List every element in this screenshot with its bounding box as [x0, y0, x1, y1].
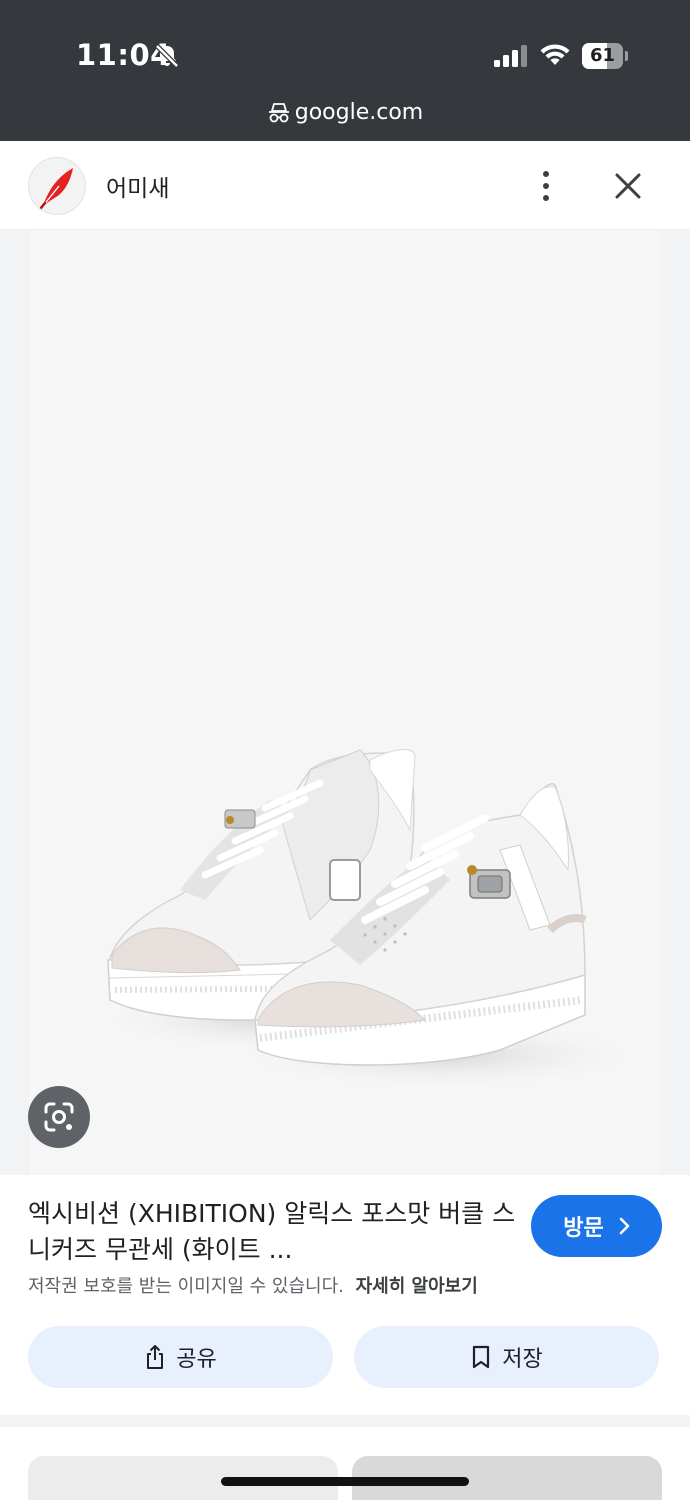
- share-label: 공유: [176, 1347, 217, 1372]
- save-button[interactable]: 저장: [354, 1326, 659, 1388]
- more-options-button[interactable]: [528, 163, 564, 209]
- close-icon[interactable]: [610, 168, 646, 204]
- section-divider: [0, 1415, 690, 1427]
- chevron-right-icon: [619, 1217, 630, 1235]
- share-button[interactable]: 공유: [28, 1326, 333, 1388]
- sneakers-image: [90, 749, 650, 1090]
- bookmark-icon: [473, 1345, 490, 1369]
- site-name[interactable]: 어미새: [106, 169, 169, 203]
- feather-logo-icon: [39, 168, 73, 210]
- google-lens-icon: [44, 1102, 74, 1132]
- copyright-text: 저작권 보호를 받는 이미지일 수 있습니다.: [28, 1276, 344, 1297]
- result-title[interactable]: 엑시비션 (XHIBITION) 알릭스 포스맛 버클 스니커즈 무관세 (화이…: [28, 1196, 518, 1268]
- visit-button-label: 방문: [563, 1216, 604, 1241]
- home-indicator[interactable]: [221, 1477, 469, 1486]
- product-image[interactable]: [30, 230, 660, 1175]
- url-text: google.com: [294, 100, 424, 125]
- cellular-signal-icon: [494, 45, 527, 67]
- image-viewer: [0, 230, 690, 1175]
- share-icon: [147, 1345, 164, 1369]
- copyright-notice: 저작권 보호를 받는 이미지일 수 있습니다. 자세히 알아보기: [28, 1272, 478, 1298]
- wifi-icon: [540, 44, 570, 65]
- visit-button[interactable]: 방문: [531, 1195, 662, 1257]
- incognito-icon: [268, 102, 289, 122]
- save-label: 저장: [502, 1347, 543, 1372]
- more-vertical-icon: [543, 171, 549, 177]
- url-bar[interactable]: google.com: [0, 100, 690, 136]
- battery-level: 61: [589, 45, 616, 66]
- learn-more-link[interactable]: 자세히 알아보기: [356, 1276, 478, 1297]
- battery-icon: 61: [582, 43, 628, 69]
- bell-slash-icon: [155, 44, 179, 68]
- result-header: 어미새: [0, 141, 690, 230]
- google-lens-button[interactable]: [28, 1086, 90, 1148]
- site-logo[interactable]: [28, 157, 86, 215]
